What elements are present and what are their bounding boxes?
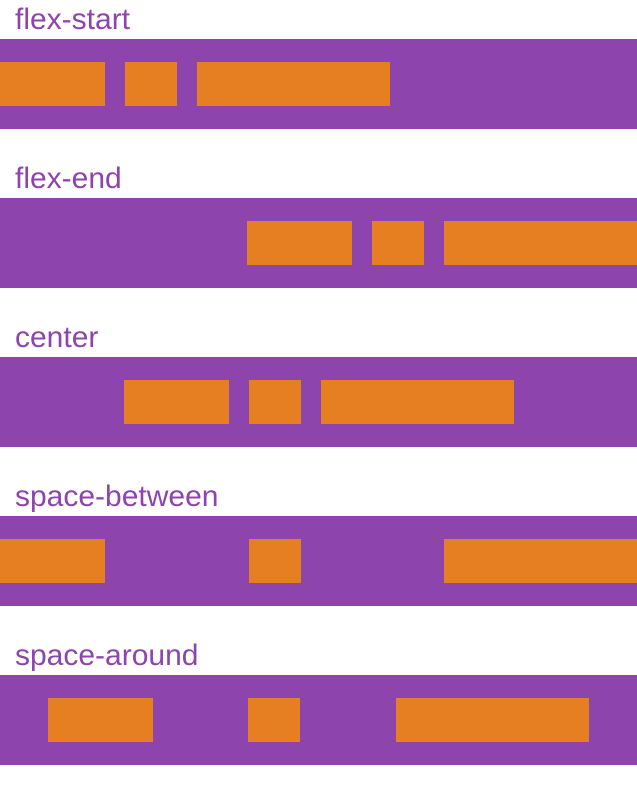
flex-item	[248, 698, 300, 742]
flex-item	[48, 698, 153, 742]
flex-item	[396, 698, 589, 742]
flex-container	[0, 39, 637, 129]
flex-item	[444, 221, 637, 265]
flex-item	[0, 539, 105, 583]
flex-item	[249, 539, 301, 583]
flex-item	[197, 62, 390, 106]
flex-item	[247, 221, 352, 265]
section-title: flex-start	[0, 0, 637, 39]
section-flex-start: flex-start	[0, 0, 637, 129]
section-space-between: space-between	[0, 477, 637, 606]
flex-item	[321, 380, 514, 424]
flex-item	[125, 62, 177, 106]
section-title: space-around	[0, 636, 637, 675]
flex-item	[249, 380, 301, 424]
flex-container	[0, 675, 637, 765]
section-title: space-between	[0, 477, 637, 516]
flex-item	[124, 380, 229, 424]
flex-item	[372, 221, 424, 265]
flex-item	[0, 62, 105, 106]
flex-container	[0, 357, 637, 447]
flex-container	[0, 516, 637, 606]
section-center: center	[0, 318, 637, 447]
flex-container	[0, 198, 637, 288]
section-title: flex-end	[0, 159, 637, 198]
flex-item	[444, 539, 637, 583]
section-space-around: space-around	[0, 636, 637, 765]
section-title: center	[0, 318, 637, 357]
section-flex-end: flex-end	[0, 159, 637, 288]
justify-content-diagram: flex-start flex-end center space-between spa…	[0, 0, 637, 765]
